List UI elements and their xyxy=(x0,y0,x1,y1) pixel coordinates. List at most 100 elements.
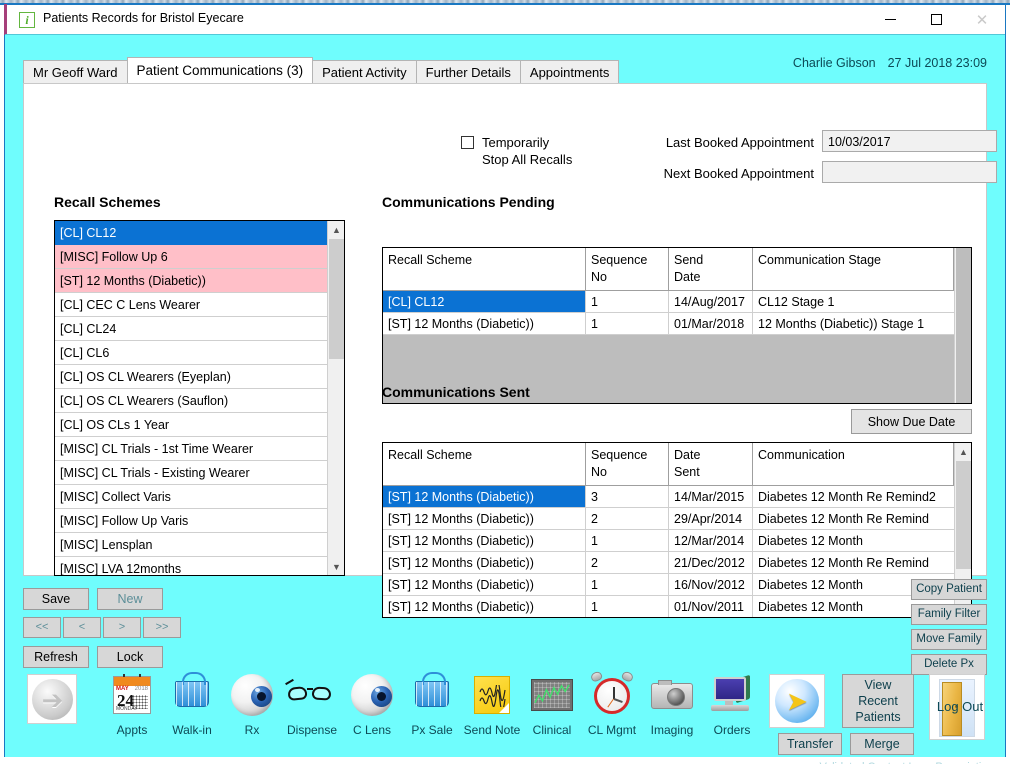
family-filter-button[interactable]: Family Filter xyxy=(911,604,987,625)
last-booked-appointment-label: Last Booked Appointment xyxy=(665,135,814,150)
note-icon xyxy=(465,671,519,721)
last-record-button[interactable]: >> xyxy=(143,617,181,638)
recall-scheme-item[interactable]: [CL] OS CL Wearers (Eyeplan) xyxy=(55,365,327,389)
refresh-button[interactable]: Refresh xyxy=(23,646,89,668)
tab-further-details[interactable]: Further Details xyxy=(415,60,521,83)
eye-icon xyxy=(225,671,279,721)
scrollbar-thumb[interactable] xyxy=(956,461,971,569)
column-header[interactable]: Communication Stage xyxy=(753,248,954,290)
tab-patient-name[interactable]: Mr Geoff Ward xyxy=(23,60,128,83)
close-button[interactable]: ✕ xyxy=(959,5,1005,34)
recall-scheme-item[interactable]: [ST] 12 Months (Diabetic)) xyxy=(55,269,327,293)
column-header[interactable]: Date Sent xyxy=(669,443,753,485)
lock-button[interactable]: Lock xyxy=(97,646,163,668)
scroll-down-icon[interactable]: ▼ xyxy=(328,558,345,575)
column-header[interactable]: Sequence No xyxy=(586,248,669,290)
recall-schemes-list[interactable]: [CL] CL12 [MISC] Follow Up 6 [ST] 12 Month… xyxy=(55,221,327,575)
table-row[interactable]: [ST] 12 Months (Diabetic)) 1 16/Nov/2012 Di… xyxy=(383,574,954,596)
column-header[interactable]: Send Date xyxy=(669,248,753,290)
table-cell: Diabetes 12 Month Re Remind xyxy=(758,556,929,570)
copy-patient-button[interactable]: Copy Patient xyxy=(911,579,987,600)
toolbar-item-orders[interactable]: Orders xyxy=(695,671,769,737)
table-cell: 16/Nov/2012 xyxy=(669,574,753,595)
maximize-button[interactable] xyxy=(913,5,959,34)
recall-schemes-scrollbar[interactable]: ▲ ▼ xyxy=(327,221,344,575)
recall-scheme-item[interactable]: [MISC] Follow Up 6 xyxy=(55,245,327,269)
show-due-date-button[interactable]: Show Due Date xyxy=(851,409,972,434)
new-button[interactable]: New xyxy=(97,588,163,610)
scrollbar-thumb[interactable] xyxy=(956,248,971,403)
recall-scheme-item[interactable]: [MISC] Collect Varis xyxy=(55,485,327,509)
table-cell: 29/Apr/2014 xyxy=(669,508,753,529)
previous-record-button[interactable]: < xyxy=(63,617,101,638)
table-row[interactable]: [CL] CL12 1 14/Aug/2017 CL12 Stage 1 xyxy=(383,291,954,313)
table-row[interactable]: [ST] 12 Months (Diabetic)) 1 12/Mar/2014 Di… xyxy=(383,530,954,552)
grid-header-row: Recall Scheme Sequence No Send Date Communi… xyxy=(383,248,954,291)
recall-scheme-item[interactable]: [MISC] LVA 12months xyxy=(55,557,327,575)
grid-header-row: Recall Scheme Sequence No Date Sent Communi… xyxy=(383,443,954,486)
recall-scheme-item[interactable]: [CL] CL12 xyxy=(55,221,327,245)
calendar-year: 2018 xyxy=(134,686,148,692)
window-title: Patients Records for Bristol Eyecare xyxy=(43,11,244,25)
recall-scheme-item[interactable]: [MISC] Lensplan xyxy=(55,533,327,557)
basket-icon xyxy=(405,671,459,721)
last-booked-appointment-field[interactable]: 10/03/2017 xyxy=(822,130,997,152)
title-bar[interactable]: i Patients Records for Bristol Eyecare ✕ xyxy=(4,4,1005,35)
column-header[interactable]: Recall Scheme xyxy=(383,443,586,485)
table-cell: [ST] 12 Months (Diabetic)) xyxy=(383,552,586,573)
main-panel: Temporarily Stop All Recalls Last Booked… xyxy=(23,83,997,618)
next-record-button[interactable]: > xyxy=(103,617,141,638)
tab-patient-communications[interactable]: Patient Communications (3) xyxy=(126,57,314,83)
scroll-up-icon[interactable]: ▲ xyxy=(328,221,345,238)
scroll-up-icon[interactable]: ▲ xyxy=(955,443,972,460)
camera-icon xyxy=(645,671,699,721)
table-row[interactable]: [ST] 12 Months (Diabetic)) 3 14/Mar/2015 Di… xyxy=(383,486,954,508)
recall-schemes-list-box: [CL] CL12 [MISC] Follow Up 6 [ST] 12 Month… xyxy=(54,220,345,576)
minimize-button[interactable] xyxy=(867,5,913,34)
table-cell: 14/Aug/2017 xyxy=(669,291,753,312)
table-row[interactable]: [ST] 12 Months (Diabetic)) 1 01/Nov/2011 Di… xyxy=(383,596,954,617)
recall-scheme-item[interactable]: [CL] OS CL Wearers (Sauflon) xyxy=(55,389,327,413)
application-window: i Patients Records for Bristol Eyecare ✕… xyxy=(4,4,1006,764)
recall-scheme-item[interactable]: [CL] CEC C Lens Wearer xyxy=(55,293,327,317)
back-button[interactable]: ➔ xyxy=(27,674,77,724)
column-header[interactable]: Recall Scheme xyxy=(383,248,586,290)
empty-row xyxy=(383,335,954,357)
next-booked-appointment-field[interactable] xyxy=(822,161,997,183)
column-header[interactable]: Sequence No xyxy=(586,443,669,485)
recall-scheme-item[interactable]: [CL] CL6 xyxy=(55,341,327,365)
table-cell: [ST] 12 Months (Diabetic)) xyxy=(383,574,586,595)
pending-scrollbar[interactable] xyxy=(954,248,971,403)
temporarily-stop-recalls-control[interactable]: Temporarily Stop All Recalls xyxy=(461,134,572,168)
first-record-button[interactable]: << xyxy=(23,617,61,638)
glasses-icon xyxy=(285,671,339,721)
table-cell: [ST] 12 Months (Diabetic)) xyxy=(383,596,586,617)
save-button[interactable]: Save xyxy=(23,588,89,610)
table-cell: [ST] 12 Months (Diabetic)) xyxy=(383,313,586,334)
column-header[interactable]: Communication xyxy=(753,443,954,485)
recall-scheme-item[interactable]: [MISC] CL Trials - Existing Wearer xyxy=(55,461,327,485)
recall-scheme-item[interactable]: [CL] CL24 xyxy=(55,317,327,341)
table-cell: 1 xyxy=(586,291,669,312)
scrollbar-thumb[interactable] xyxy=(329,239,344,359)
table-cell: 01/Nov/2011 xyxy=(669,596,753,617)
stop-recalls-checkbox[interactable] xyxy=(461,136,474,149)
communications-sent-grid[interactable]: Recall Scheme Sequence No Date Sent Communi… xyxy=(382,442,972,618)
info-icon: i xyxy=(19,12,35,28)
table-cell: Diabetes 12 Month xyxy=(758,534,863,548)
communications-pending-grid[interactable]: Recall Scheme Sequence No Send Date Communi… xyxy=(382,247,972,404)
recall-scheme-item[interactable]: [CL] OS CLs 1 Year xyxy=(55,413,327,437)
recall-scheme-item[interactable]: [MISC] CL Trials - 1st Time Wearer xyxy=(55,437,327,461)
table-row[interactable]: [ST] 12 Months (Diabetic)) 2 21/Dec/2012 Di… xyxy=(383,552,954,574)
table-cell: [CL] CL12 xyxy=(383,291,586,312)
toolbar-label-orders: Orders xyxy=(713,723,751,737)
recall-scheme-item[interactable]: [MISC] Follow Up Varis xyxy=(55,509,327,533)
stop-recalls-label-line1: Temporarily xyxy=(482,135,550,150)
move-family-button[interactable]: Move Family xyxy=(911,629,987,650)
table-cell: 21/Dec/2012 xyxy=(669,552,753,573)
tab-patient-activity[interactable]: Patient Activity xyxy=(312,60,417,83)
tab-appointments[interactable]: Appointments xyxy=(519,60,620,83)
table-row[interactable]: [ST] 12 Months (Diabetic)) 2 29/Apr/2014 Di… xyxy=(383,508,954,530)
table-row[interactable]: [ST] 12 Months (Diabetic)) 1 01/Mar/2018 12… xyxy=(383,313,954,335)
communications-sent-heading: Communications Sent xyxy=(382,384,530,400)
